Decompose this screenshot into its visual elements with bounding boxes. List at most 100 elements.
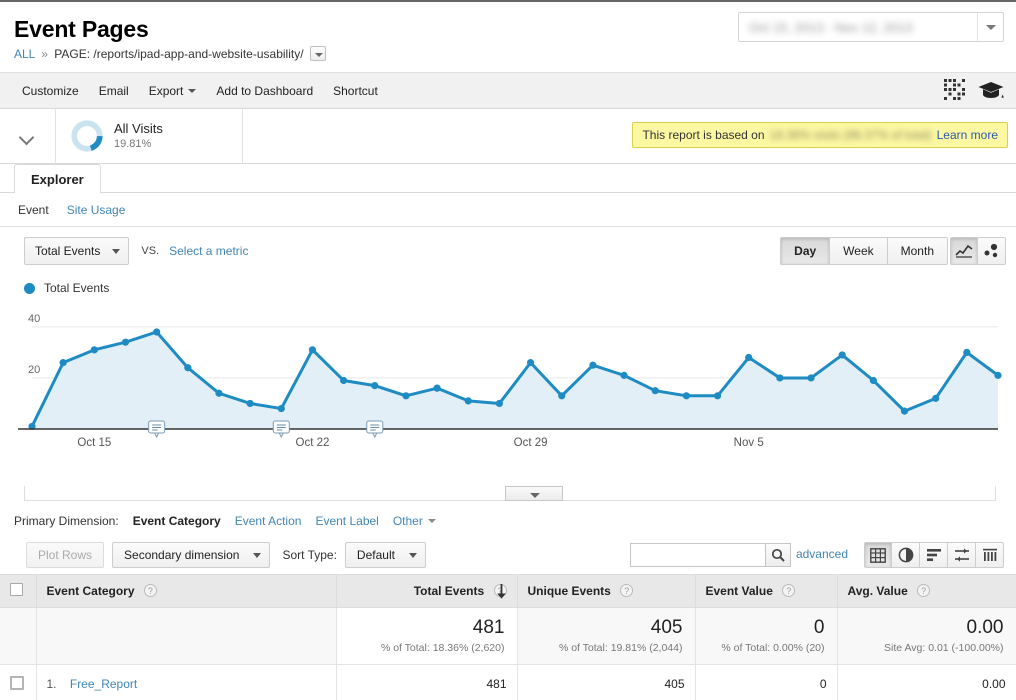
breadcrumb-dropdown-icon[interactable] bbox=[310, 46, 326, 61]
chevron-down-icon bbox=[409, 553, 417, 558]
column-header-event-category[interactable]: Event Category ? bbox=[36, 575, 336, 608]
select-a-metric-link[interactable]: Select a metric bbox=[169, 244, 248, 258]
chart-scrollbar-handle[interactable] bbox=[505, 486, 563, 501]
action-customize[interactable]: Customize bbox=[12, 84, 89, 98]
breadcrumb: ALL » PAGE: /reports/ipad-app-and-websit… bbox=[14, 46, 1004, 62]
line-chart-icon[interactable] bbox=[950, 237, 978, 265]
summary-event-value: 0 % of Total: 0.00% (20) bbox=[695, 608, 837, 665]
segment-donut-icon bbox=[70, 119, 104, 153]
search-icon bbox=[771, 548, 785, 562]
summary-avg-value: 0.00 Site Avg: 0.01 (-100.00%) bbox=[837, 608, 1016, 665]
row-dimension-link[interactable]: Free_Report bbox=[70, 677, 137, 691]
chevron-down-icon[interactable] bbox=[977, 13, 1003, 41]
column-header-total-events[interactable]: Total Events ? bbox=[336, 575, 517, 608]
table-search[interactable] bbox=[630, 543, 791, 567]
segment-all-visits[interactable]: All Visits 19.81% bbox=[56, 109, 243, 163]
chevron-down-icon bbox=[188, 89, 196, 93]
advanced-filter-link[interactable]: advanced bbox=[796, 547, 848, 561]
chart-data-point bbox=[402, 392, 409, 399]
summary-avg-value-value: 0.00 bbox=[848, 617, 1004, 639]
qr-code-icon[interactable] bbox=[944, 79, 966, 101]
action-shortcut[interactable]: Shortcut bbox=[323, 84, 388, 98]
action-email-label: Email bbox=[99, 84, 129, 98]
analytics-report-page: Event Pages ALL » PAGE: /reports/ipad-ap… bbox=[0, 0, 1016, 700]
chart-annotation-marker[interactable] bbox=[273, 421, 289, 437]
help-icon[interactable]: ? bbox=[917, 584, 930, 597]
learn-more-link[interactable]: Learn more bbox=[937, 128, 998, 142]
primary-dimension-other[interactable]: Other bbox=[393, 514, 436, 528]
graduation-cap-icon[interactable] bbox=[978, 80, 1004, 100]
select-all-checkbox[interactable] bbox=[10, 583, 23, 596]
chart-canvas[interactable]: 2040Oct 15Oct 22Oct 29Nov 5 bbox=[14, 301, 1002, 461]
action-shortcut-label: Shortcut bbox=[333, 84, 378, 98]
summary-unique-events: 405 % of Total: 19.81% (2,044) bbox=[517, 608, 695, 665]
granularity-week[interactable]: Week bbox=[830, 237, 887, 265]
motion-chart-icon[interactable] bbox=[978, 237, 1006, 265]
column-header-event-value[interactable]: Event Value ? bbox=[695, 575, 837, 608]
summary-unique-events-value: 405 bbox=[528, 617, 683, 639]
help-icon[interactable]: ? bbox=[620, 584, 633, 597]
row-checkbox-cell[interactable] bbox=[0, 665, 36, 700]
column-header-avg-value[interactable]: Avg. Value ? bbox=[837, 575, 1016, 608]
chart-data-point bbox=[963, 349, 970, 356]
sub-tab-site-usage[interactable]: Site Usage bbox=[67, 203, 126, 217]
comparison-view-icon[interactable] bbox=[948, 542, 976, 568]
select-all-header[interactable] bbox=[0, 575, 36, 608]
legend-color-dot bbox=[24, 283, 35, 294]
segment-expand-toggle[interactable] bbox=[0, 109, 56, 163]
table-controls-row: Plot Rows Secondary dimension Sort Type:… bbox=[0, 536, 1016, 574]
search-button[interactable] bbox=[765, 543, 791, 567]
chart-annotation-marker[interactable] bbox=[149, 421, 165, 437]
summary-total-events-sub: % of Total: 18.36% (2,620) bbox=[347, 641, 505, 655]
chart-data-point bbox=[870, 377, 877, 384]
primary-dimension-event-label[interactable]: Event Label bbox=[315, 514, 378, 528]
tab-explorer-label: Explorer bbox=[31, 172, 84, 187]
chart-data-point bbox=[465, 397, 472, 404]
chart-data-point bbox=[184, 364, 191, 371]
chart-data-point bbox=[309, 346, 316, 353]
bar-view-icon[interactable] bbox=[920, 542, 948, 568]
sort-type-button[interactable]: Default bbox=[345, 542, 426, 568]
row-checkbox[interactable] bbox=[10, 676, 24, 690]
chart-data-point bbox=[60, 359, 67, 366]
x-axis-tick-label: Oct 15 bbox=[77, 437, 111, 449]
date-range-picker[interactable]: Oct 15, 2013 - Nov 12, 2013 bbox=[738, 12, 1004, 42]
primary-dimension-event-action[interactable]: Event Action bbox=[235, 514, 302, 528]
granularity-day[interactable]: Day bbox=[780, 237, 830, 265]
pivot-view-icon[interactable] bbox=[976, 542, 1004, 568]
help-icon[interactable]: ? bbox=[144, 584, 157, 597]
metric-selector[interactable]: Total Events bbox=[24, 237, 129, 265]
sampling-notice-text: This report is based on bbox=[642, 128, 764, 142]
primary-dimension-row: Primary Dimension: Event Category Event … bbox=[0, 506, 1016, 536]
title-bar: Event Pages ALL » PAGE: /reports/ipad-ap… bbox=[0, 2, 1016, 72]
chart-data-point bbox=[558, 392, 565, 399]
segment-name: All Visits bbox=[114, 121, 163, 137]
help-icon[interactable]: ? bbox=[782, 584, 795, 597]
action-export[interactable]: Export bbox=[139, 84, 207, 98]
granularity-month[interactable]: Month bbox=[888, 237, 948, 265]
breadcrumb-page-label: PAGE: bbox=[54, 47, 90, 61]
breadcrumb-all-link[interactable]: ALL bbox=[14, 47, 35, 61]
chart-scrollbar[interactable] bbox=[14, 486, 1002, 506]
table-row[interactable]: 1. Free_Report 481 405 0 0.00 bbox=[0, 665, 1016, 700]
timeline-chart[interactable]: 2040Oct 15Oct 22Oct 29Nov 5 bbox=[14, 301, 1002, 486]
summary-avg-value-sub: Site Avg: 0.01 (-100.00%) bbox=[848, 641, 1004, 655]
tab-explorer[interactable]: Explorer bbox=[14, 164, 101, 193]
search-input[interactable] bbox=[630, 543, 765, 567]
primary-dimension-event-category[interactable]: Event Category bbox=[133, 514, 221, 528]
chart-annotation-marker[interactable] bbox=[367, 421, 383, 437]
chart-data-point bbox=[91, 346, 98, 353]
chart-data-point bbox=[589, 362, 596, 369]
summary-event-value-value: 0 bbox=[706, 617, 825, 639]
action-email[interactable]: Email bbox=[89, 84, 139, 98]
plot-rows-label: Plot Rows bbox=[38, 548, 92, 562]
sub-tab-event[interactable]: Event bbox=[18, 203, 49, 217]
chart-scrollbar-track[interactable] bbox=[24, 486, 996, 501]
breadcrumb-page-value: /reports/ipad-app-and-website-usability/ bbox=[93, 47, 303, 61]
secondary-dimension-button[interactable]: Secondary dimension bbox=[112, 542, 270, 568]
pie-view-icon[interactable] bbox=[892, 542, 920, 568]
action-add-to-dashboard[interactable]: Add to Dashboard bbox=[206, 84, 323, 98]
chart-data-point bbox=[340, 377, 347, 384]
table-view-icon[interactable] bbox=[864, 542, 892, 568]
column-header-unique-events[interactable]: Unique Events ? bbox=[517, 575, 695, 608]
